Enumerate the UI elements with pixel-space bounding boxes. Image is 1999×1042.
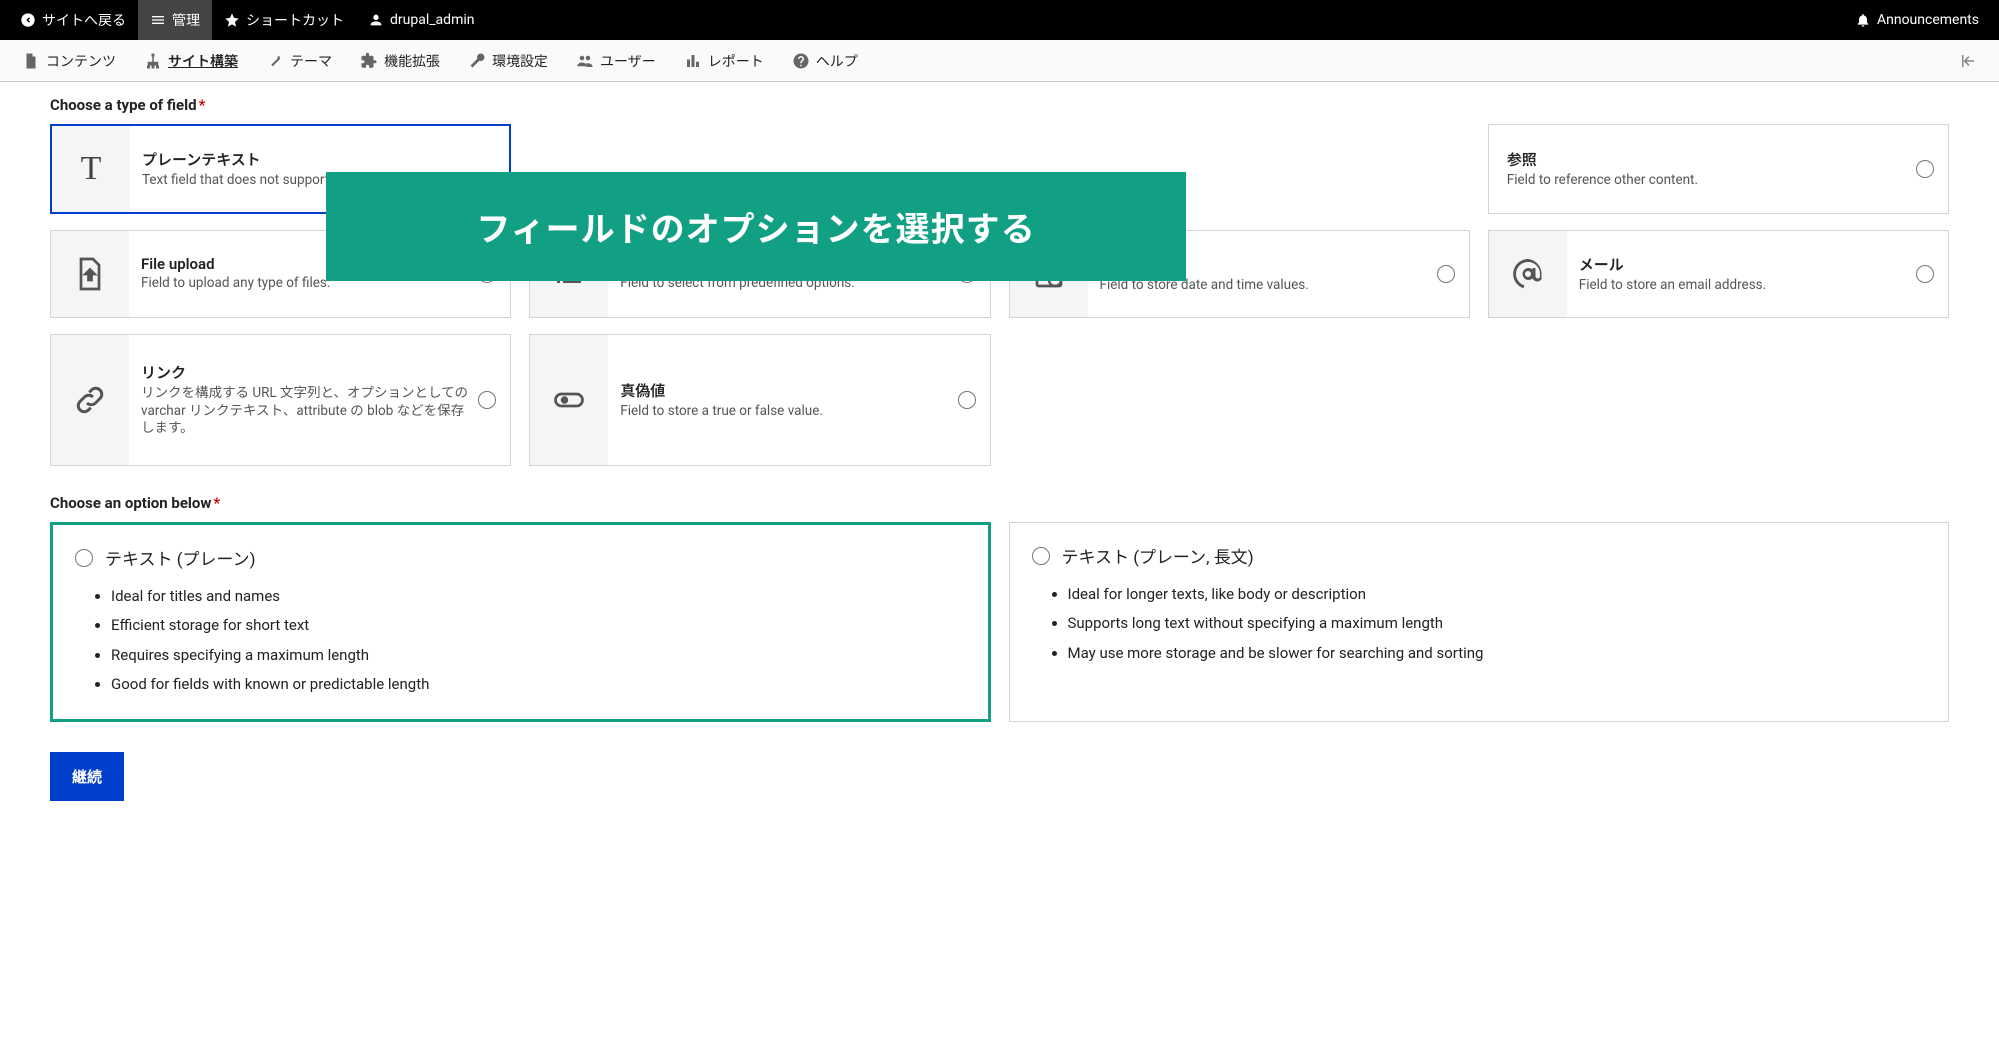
field-text: リンク リンクを構成する URL 文字列と、オプションとしての varchar …: [129, 352, 510, 448]
link-icon: [51, 335, 129, 465]
user-menu[interactable]: drupal_admin: [356, 0, 486, 40]
upload-icon: [51, 231, 129, 317]
field-title: メール: [1579, 254, 1908, 275]
manage-menu[interactable]: 管理: [138, 0, 212, 40]
overlay-banner: フィールドのオプションを選択する: [326, 172, 1186, 281]
announcements[interactable]: Announcements: [1843, 0, 1991, 40]
tab-structure-label: サイト構築: [168, 51, 238, 71]
option-text-plain[interactable]: テキスト (プレーン) Ideal for titles and names E…: [50, 522, 991, 722]
field-desc: Field to store a true or false value.: [620, 403, 949, 421]
option-bullets: Ideal for titles and names Efficient sto…: [75, 582, 966, 699]
tab-help[interactable]: ヘルプ: [778, 40, 872, 81]
tab-structure[interactable]: サイト構築: [130, 40, 252, 81]
star-icon: [224, 12, 240, 28]
field-text: 真偽値 Field to store a true or false value…: [608, 370, 989, 431]
field-boolean[interactable]: 真偽値 Field to store a true or false value…: [529, 334, 990, 466]
tab-config[interactable]: 環境設定: [454, 40, 562, 81]
back-label: サイトへ戻る: [42, 10, 126, 30]
field-desc: Field to reference other content.: [1507, 172, 1908, 190]
file-icon: [22, 52, 40, 70]
field-text: 参照 Field to reference other content.: [1489, 139, 1948, 200]
field-desc: リンクを構成する URL 文字列と、オプションとしての varchar リンクテ…: [141, 385, 470, 438]
choose-type-label: Choose a type of field*: [50, 96, 1949, 114]
at-icon: [1489, 231, 1567, 317]
collapse-toolbar[interactable]: [1945, 40, 1991, 81]
tab-people-label: ユーザー: [600, 51, 656, 71]
field-title: 真偽値: [620, 380, 949, 401]
bullet: Ideal for longer texts, like body or des…: [1068, 580, 1927, 609]
hamburger-icon: [150, 12, 166, 28]
puzzle-icon: [360, 52, 378, 70]
required-marker: *: [199, 96, 206, 114]
collapse-icon: [1959, 52, 1977, 70]
tab-config-label: 環境設定: [492, 51, 548, 71]
tab-appearance-label: テーマ: [290, 51, 332, 71]
radio-indicator: [1032, 547, 1050, 565]
tab-reports-label: レポート: [708, 51, 764, 71]
admin-toolbar: サイトへ戻る 管理 ショートカット drupal_admin Announcem…: [0, 0, 1999, 40]
radio-indicator: [1916, 160, 1934, 178]
choose-option-text: Choose an option below: [50, 494, 211, 512]
field-desc: Field to store an email address.: [1579, 277, 1908, 295]
field-title: 参照: [1507, 149, 1908, 170]
tab-appearance[interactable]: テーマ: [252, 40, 346, 81]
radio-indicator: [478, 391, 496, 409]
field-link[interactable]: リンク リンクを構成する URL 文字列と、オプションとしての varchar …: [50, 334, 511, 466]
option-bullets: Ideal for longer texts, like body or des…: [1032, 580, 1927, 668]
admin-sub-toolbar: コンテンツ サイト構築 テーマ 機能拡張 環境設定 ユーザー レポート ヘルプ: [0, 40, 1999, 82]
bullet: May use more storage and be slower for s…: [1068, 639, 1927, 668]
help-icon: [792, 52, 810, 70]
sitemap-icon: [144, 52, 162, 70]
bar-chart-icon: [684, 52, 702, 70]
field-reference[interactable]: 参照 Field to reference other content.: [1488, 124, 1949, 214]
radio-indicator: [1916, 265, 1934, 283]
toggle-icon: [530, 335, 608, 465]
main-content: フィールドのオプションを選択する Choose a type of field*…: [0, 82, 1999, 831]
choose-type-text: Choose a type of field: [50, 96, 197, 114]
bullet: Ideal for titles and names: [111, 582, 966, 611]
shortcuts-label: ショートカット: [246, 10, 344, 30]
option-title: テキスト (プレーン): [105, 545, 256, 570]
wrench-icon: [468, 52, 486, 70]
grid-placeholder-4: [1488, 334, 1949, 466]
option-row: テキスト (プレーン) Ideal for titles and names E…: [50, 522, 1949, 722]
field-text: メール Field to store an email address.: [1567, 244, 1948, 305]
tab-extend[interactable]: 機能拡張: [346, 40, 454, 81]
tab-extend-label: 機能拡張: [384, 51, 440, 71]
field-title: プレーンテキスト: [142, 149, 469, 170]
radio-indicator: [958, 391, 976, 409]
tab-content-label: コンテンツ: [46, 51, 116, 71]
option-title: テキスト (プレーン, 長文): [1062, 543, 1254, 568]
option-head: テキスト (プレーン, 長文): [1032, 543, 1927, 568]
field-title: リンク: [141, 362, 470, 383]
radio-indicator: [1437, 265, 1455, 283]
choose-option-label: Choose an option below*: [50, 494, 1949, 512]
wand-icon: [266, 52, 284, 70]
bell-icon: [1855, 12, 1871, 28]
bullet: Good for fields with known or predictabl…: [111, 670, 966, 699]
tab-people[interactable]: ユーザー: [562, 40, 670, 81]
back-to-site[interactable]: サイトへ戻る: [8, 0, 138, 40]
tab-reports[interactable]: レポート: [670, 40, 778, 81]
bullet: Requires specifying a maximum length: [111, 641, 966, 670]
chevron-left-circle-icon: [20, 12, 36, 28]
user-icon: [368, 12, 384, 28]
tab-content[interactable]: コンテンツ: [8, 40, 130, 81]
radio-indicator: [75, 549, 93, 567]
continue-button[interactable]: 継続: [50, 752, 124, 801]
bullet: Supports long text without specifying a …: [1068, 609, 1927, 638]
option-text-plain-long[interactable]: テキスト (プレーン, 長文) Ideal for longer texts, …: [1009, 522, 1950, 722]
text-icon: T: [52, 126, 130, 212]
field-email[interactable]: メール Field to store an email address.: [1488, 230, 1949, 318]
shortcuts-menu[interactable]: ショートカット: [212, 0, 356, 40]
grid-placeholder-3: [1009, 334, 1470, 466]
required-marker: *: [213, 494, 220, 512]
tab-help-label: ヘルプ: [816, 51, 858, 71]
announcements-label: Announcements: [1877, 12, 1979, 28]
option-head: テキスト (プレーン): [75, 545, 966, 570]
people-icon: [576, 52, 594, 70]
bullet: Efficient storage for short text: [111, 611, 966, 640]
manage-label: 管理: [172, 10, 200, 30]
user-label: drupal_admin: [390, 12, 474, 28]
